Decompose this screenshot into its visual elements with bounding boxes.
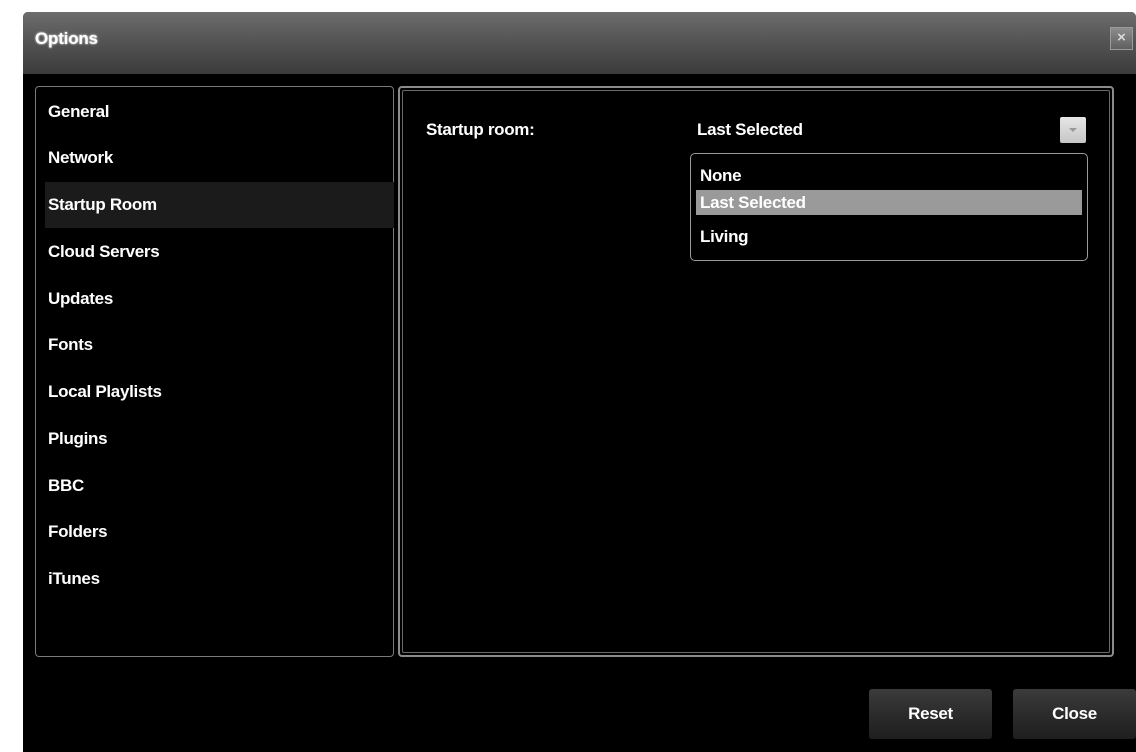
nav-item-general[interactable]: General xyxy=(36,89,384,135)
nav-item-startup-room[interactable]: Startup Room xyxy=(45,182,394,228)
dropdown-option-living[interactable]: Living xyxy=(696,224,1082,249)
title-bar[interactable]: Options × xyxy=(23,12,1136,74)
nav-item-network[interactable]: Network xyxy=(36,135,384,181)
nav-item-updates[interactable]: Updates xyxy=(36,276,384,322)
options-category-list: General Network Startup Room Cloud Serve… xyxy=(35,86,394,657)
nav-item-folders[interactable]: Folders xyxy=(36,509,384,555)
nav-item-itunes[interactable]: iTunes xyxy=(36,556,384,602)
nav-item-cloud-servers[interactable]: Cloud Servers xyxy=(36,229,384,275)
nav-item-plugins[interactable]: Plugins xyxy=(36,416,384,462)
startup-room-dropdown-list: None Last Selected Living xyxy=(690,153,1088,261)
window-title: Options xyxy=(35,29,98,48)
close-window-button[interactable]: × xyxy=(1110,27,1133,50)
startup-room-label: Startup room: xyxy=(426,120,535,139)
startup-room-select[interactable]: Last Selected xyxy=(697,120,803,140)
dropdown-option-last-selected[interactable]: Last Selected xyxy=(696,190,1082,215)
nav-item-local-playlists[interactable]: Local Playlists xyxy=(36,369,384,415)
startup-room-dropdown-button[interactable] xyxy=(1060,117,1086,143)
reset-button[interactable]: Reset xyxy=(869,689,992,739)
nav-item-bbc[interactable]: BBC xyxy=(36,463,384,509)
close-icon: × xyxy=(1117,29,1126,46)
close-button[interactable]: Close xyxy=(1013,689,1136,739)
nav-item-fonts[interactable]: Fonts xyxy=(36,322,384,368)
dropdown-option-none[interactable]: None xyxy=(696,163,1082,188)
chevron-down-icon xyxy=(1069,128,1077,132)
startup-room-settings-panel: Startup room: Last Selected None Last Se… xyxy=(398,86,1114,657)
options-dialog: Options × General Network Startup Room C… xyxy=(23,12,1136,752)
